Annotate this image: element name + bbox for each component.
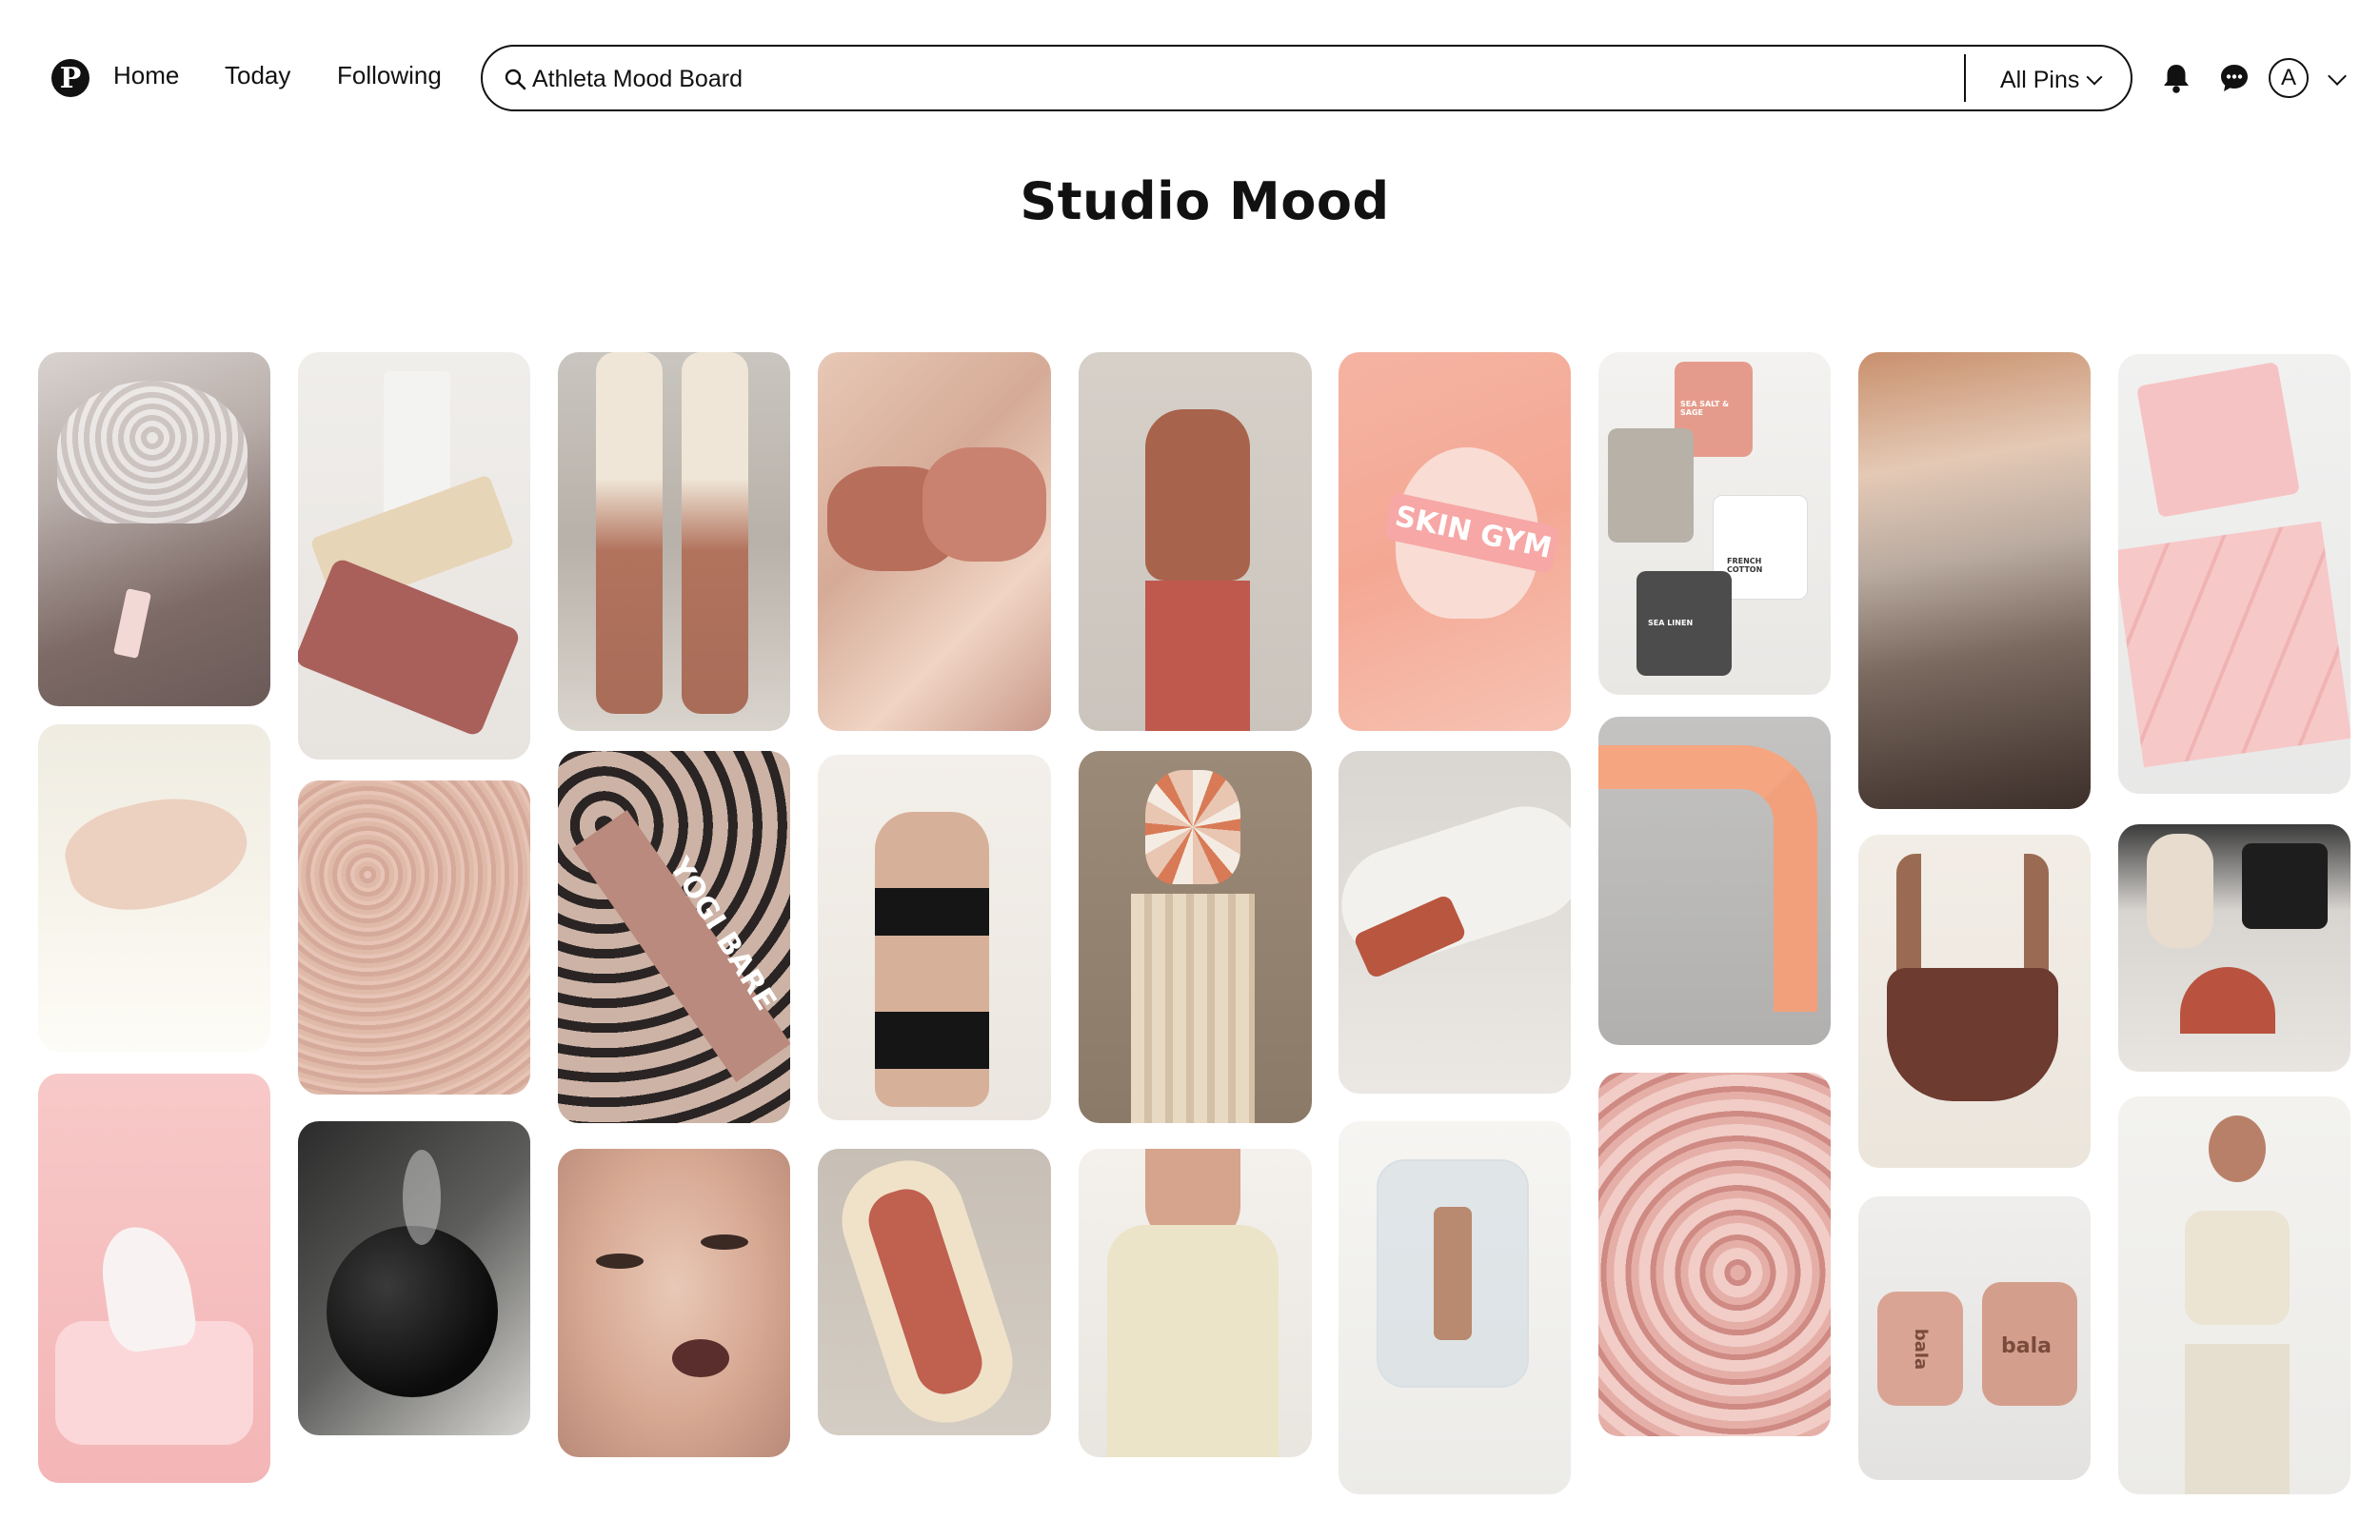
- pin-pink-textured-fabric[interactable]: [298, 780, 530, 1095]
- pin-black-diffuser[interactable]: [298, 1121, 530, 1435]
- pin-sculptural-ceramics[interactable]: [2118, 824, 2350, 1072]
- pin-lace-bralette[interactable]: [38, 352, 270, 706]
- black-sculpture: [2242, 843, 2328, 929]
- column-pedestal: [1131, 894, 1255, 1123]
- black-bra: [875, 888, 989, 936]
- red-marble-dumbbell: [298, 557, 522, 738]
- athlete-leggings: [1145, 581, 1250, 731]
- crystal-inside: [1434, 1207, 1472, 1340]
- user-avatar[interactable]: A: [2269, 58, 2309, 98]
- cream-crop-top: [2185, 1211, 2290, 1325]
- search-icon: [505, 69, 526, 90]
- pin-sneaker-sole[interactable]: [818, 1149, 1051, 1435]
- crystal-pendant: [113, 588, 151, 659]
- pinterest-logo-icon[interactable]: P: [51, 59, 89, 97]
- pin-wet-wipes[interactable]: [38, 1074, 270, 1483]
- search-bar[interactable]: All Pins: [481, 45, 2132, 111]
- pin-cream-twist-top[interactable]: [1079, 1149, 1312, 1457]
- pin-concrete-candles[interactable]: SEA SALT & SAGE FRENCH COTTON SEA LINEN: [1598, 352, 1831, 695]
- pin-crystal-water-dispenser[interactable]: [1339, 1121, 1571, 1494]
- account-menu-chevron-icon[interactable]: [2328, 67, 2347, 86]
- board-title: Studio Mood: [1020, 171, 1390, 231]
- brown-briefs: [1887, 968, 2058, 1101]
- candle-dark-label: SEA LINEN: [1648, 619, 1694, 627]
- search-input[interactable]: [532, 60, 1846, 98]
- logo-glyph: P: [59, 62, 82, 95]
- cream-leggings: [2185, 1344, 2290, 1494]
- cream-vase: [2147, 834, 2213, 948]
- pin-cream-activewear-set[interactable]: [2118, 1096, 2350, 1494]
- messages-chat-icon[interactable]: [2215, 59, 2253, 97]
- chevron-down-icon: [2086, 69, 2103, 86]
- pin-bala-bangles[interactable]: bala bala: [1858, 1196, 2091, 1480]
- nav-following-link[interactable]: Following: [337, 61, 442, 90]
- pin-stretching-athlete[interactable]: [1079, 352, 1312, 731]
- pin-filter-dropdown[interactable]: All Pins: [2000, 64, 2103, 96]
- hand-shape: [56, 780, 258, 926]
- pin-silk-face-masks[interactable]: [818, 352, 1051, 731]
- nav-today-link[interactable]: Today: [225, 61, 290, 90]
- card-spread: [2118, 521, 2350, 768]
- pin-skin-gym-gua-sha[interactable]: SKIN GYM: [1339, 352, 1571, 731]
- bala-text-left: bala: [1911, 1328, 1932, 1371]
- lace-detail: [57, 381, 248, 523]
- candle-grey: [1608, 428, 1694, 543]
- notifications-bell-icon[interactable]: [2157, 59, 2195, 97]
- pin-terrazzo-vase-pedestal[interactable]: [1079, 751, 1312, 1123]
- wavy-mirror-frame: [1598, 745, 1817, 1012]
- pin-yogi-bare-acupressure-mat[interactable]: YOGI BARE: [558, 751, 790, 1123]
- diffuser-body: [327, 1226, 498, 1397]
- right-leg: [682, 352, 748, 714]
- mask-right: [922, 447, 1046, 562]
- nav-home-link[interactable]: Home: [113, 61, 179, 90]
- eye-right: [701, 1234, 748, 1250]
- mat-brand-band: [572, 810, 790, 1082]
- card-box: [2135, 362, 2301, 518]
- pin-wavy-orange-mirror[interactable]: [1598, 717, 1831, 1045]
- pin-hand-on-foam[interactable]: [38, 724, 270, 1052]
- search-divider: [1964, 54, 1966, 102]
- pin-terracotta-strap[interactable]: [1339, 751, 1571, 1094]
- pin-pink-bubbly-texture[interactable]: [1598, 1073, 1831, 1436]
- pin-clay-face-mask[interactable]: [558, 1149, 790, 1457]
- black-briefs: [875, 1012, 989, 1069]
- pin-sand-dunes[interactable]: [1858, 352, 2091, 809]
- eye-left: [596, 1254, 644, 1269]
- athlete-back: [1145, 409, 1250, 581]
- terracotta-arch: [2180, 967, 2275, 1034]
- pin-marble-dumbbells[interactable]: [298, 352, 530, 760]
- pin-pink-tarot-cards[interactable]: [2118, 354, 2350, 794]
- pin-brown-briefs[interactable]: [1858, 835, 2091, 1168]
- twist-top: [1107, 1225, 1279, 1457]
- terrazzo-vase: [1145, 770, 1240, 884]
- mouth: [672, 1339, 729, 1377]
- left-leg: [596, 352, 663, 714]
- pin-filter-label: All Pins: [2000, 66, 2080, 93]
- mist-plume: [403, 1150, 441, 1245]
- model-head: [2209, 1116, 2266, 1182]
- pin-lace-up-heels[interactable]: [558, 352, 790, 731]
- candle-white-label: FRENCH COTTON: [1727, 557, 1763, 574]
- top-navigation-bar: P Home Today Following All Pins A: [0, 0, 2380, 152]
- pin-black-sports-bra-model[interactable]: [818, 755, 1051, 1120]
- bala-text-right: bala: [2001, 1334, 2052, 1358]
- candle-pink-label: SEA SALT & SAGE: [1680, 400, 1730, 417]
